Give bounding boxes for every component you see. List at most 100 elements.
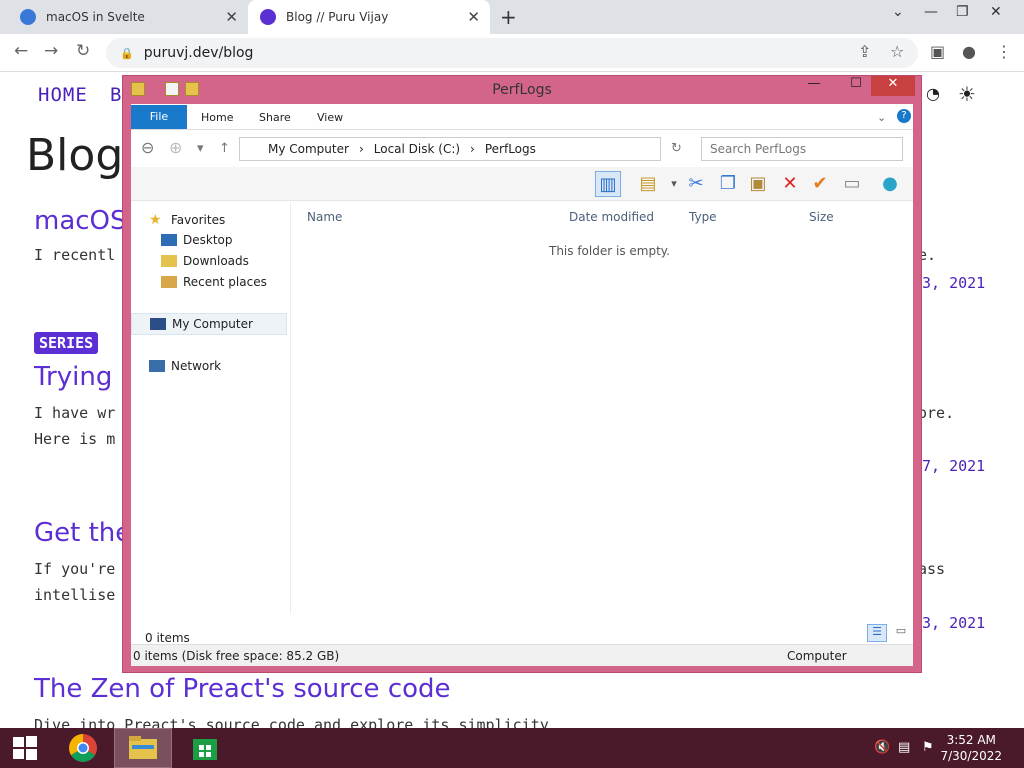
reload-icon[interactable]: ↻ — [76, 41, 90, 61]
tab-title: Blog // Puru Vijay — [286, 10, 389, 24]
close-button[interactable]: ✕ — [871, 76, 915, 96]
forward-icon[interactable]: → — [44, 41, 58, 61]
nav-blog-link[interactable]: B — [110, 84, 122, 106]
post-title[interactable]: macOS — [34, 206, 127, 236]
volume-muted-icon[interactable]: 🔇 — [874, 740, 890, 755]
series-badge: SERIES — [34, 332, 99, 354]
nav-home-link[interactable]: HOME — [38, 84, 88, 106]
close-tab-icon[interactable]: ✕ — [467, 8, 480, 26]
restore-button[interactable]: ❐ — [956, 4, 969, 20]
post-date: 3, 2021 — [922, 274, 986, 292]
post-excerpt: I have wr — [34, 404, 116, 422]
post-excerpt: Here is m — [34, 430, 116, 448]
status-location: Computer — [787, 649, 847, 663]
column-date-modified[interactable]: Date modified — [569, 210, 654, 224]
desktop-icon — [161, 234, 177, 246]
close-window-button[interactable]: ✕ — [990, 4, 1002, 20]
explorer-taskbar-button[interactable] — [114, 728, 172, 768]
taskbar: 🔇 ▤ ⚑ 3:52 AM 7/30/2022 — [0, 728, 1024, 768]
address-bar[interactable]: 🔒 puruvj.dev/blog — [106, 38, 918, 68]
explorer-body: File Home Share View ⌄ ? ⊖ ⊕ ▾ ↑ My Comp… — [131, 104, 913, 666]
delete-icon[interactable]: ✕ — [777, 171, 803, 197]
post-excerpt: Dive into Preact's source code and explo… — [34, 716, 549, 728]
file-explorer-icon — [129, 736, 157, 759]
tab-search-icon[interactable]: ⌄ — [892, 4, 904, 20]
network-tray-icon[interactable]: ▤ — [898, 740, 910, 755]
properties-icon[interactable]: ▭ — [839, 171, 865, 197]
tab-home[interactable]: Home — [201, 111, 233, 124]
expand-ribbon-icon[interactable]: ⌄ — [877, 111, 886, 124]
theme-toggle-icon[interactable]: ☀ — [958, 82, 976, 106]
up-icon[interactable]: ↑ — [219, 141, 230, 156]
breadcrumb-local-disk[interactable]: Local Disk (C:) — [374, 142, 460, 156]
forward-icon[interactable]: ⊕ — [169, 138, 182, 157]
minimize-button[interactable]: — — [799, 76, 829, 96]
cut-icon[interactable]: ✂ — [683, 171, 709, 197]
tab-macos-in-svelte[interactable]: macOS in Svelte ✕ — [8, 0, 248, 34]
menu-icon[interactable]: ⋮ — [996, 42, 1012, 61]
ribbon-tabs: File Home Share View ⌄ ? — [131, 104, 913, 130]
search-field[interactable]: Search PerfLogs — [701, 137, 903, 161]
post-excerpt-end: ore. — [918, 404, 955, 422]
help-icon[interactable]: ? — [897, 109, 911, 123]
nav-label: Desktop — [183, 233, 233, 247]
nav-my-computer[interactable]: My Computer — [131, 313, 287, 335]
rss-icon[interactable]: ◔ — [926, 84, 940, 103]
preview-pane-icon[interactable]: ▥ — [595, 171, 621, 197]
column-name[interactable]: Name — [307, 210, 342, 224]
folder-options-icon[interactable]: ▤ — [635, 171, 661, 197]
command-bar: ▥ ▤ ▾ ✂ ❐ ▣ ✕ ✔ ▭ ● — [131, 167, 913, 201]
breadcrumb-sep-icon: › — [470, 142, 475, 156]
start-button[interactable] — [0, 728, 50, 768]
rename-icon[interactable]: ✔ — [807, 171, 833, 197]
minimize-button[interactable]: — — [924, 4, 938, 20]
bookmark-star-icon[interactable]: ☆ — [890, 42, 904, 61]
copy-icon[interactable]: ❐ — [715, 171, 741, 197]
chrome-taskbar-button[interactable] — [54, 728, 112, 768]
nav-favorites[interactable]: ★ Favorites — [149, 212, 225, 228]
tab-view[interactable]: View — [317, 111, 343, 124]
nav-recent-places[interactable]: Recent places — [161, 275, 267, 289]
nav-network[interactable]: Network — [149, 359, 221, 373]
refresh-icon[interactable]: ↻ — [671, 141, 682, 156]
column-type[interactable]: Type — [689, 210, 717, 224]
post-title[interactable]: Get the — [34, 518, 131, 548]
close-tab-icon[interactable]: ✕ — [225, 8, 238, 26]
network-icon — [149, 360, 165, 372]
network-globe-icon[interactable]: ● — [877, 171, 903, 197]
profile-icon[interactable]: ● — [962, 42, 976, 61]
post-excerpt: I recentl — [34, 246, 116, 264]
share-icon[interactable]: ⇪ — [858, 42, 871, 61]
large-icons-view-icon[interactable]: ▭ — [891, 624, 911, 642]
lock-icon: 🔒 — [120, 46, 134, 60]
post-excerpt: If you're — [34, 560, 116, 578]
address-field[interactable]: My Computer › Local Disk (C:) › PerfLogs — [239, 137, 661, 161]
nav-label: Favorites — [171, 213, 226, 227]
status-bar: 0 items (Disk free space: 85.2 GB) Compu… — [131, 644, 913, 666]
tab-file[interactable]: File — [131, 105, 187, 129]
maximize-button[interactable]: ☐ — [841, 76, 871, 96]
tab-title: macOS in Svelte — [46, 10, 145, 24]
action-center-icon[interactable]: ⚑ — [922, 740, 934, 755]
paste-icon[interactable]: ▣ — [745, 171, 771, 197]
nav-desktop[interactable]: Desktop — [161, 233, 233, 247]
back-icon[interactable]: ⊖ — [141, 138, 154, 157]
breadcrumb-perflogs[interactable]: PerfLogs — [485, 142, 536, 156]
blog-favicon-icon — [260, 9, 276, 25]
post-date: 3, 2021 — [922, 614, 986, 632]
tab-blog[interactable]: Blog // Puru Vijay ✕ — [248, 0, 490, 34]
explorer-titlebar[interactable]: PerfLogs — ☐ ✕ — [123, 76, 921, 104]
details-view-icon[interactable]: ☰ — [867, 624, 887, 642]
post-title[interactable]: The Zen of Preact's source code — [34, 674, 451, 704]
side-panel-icon[interactable]: ▣ — [930, 42, 945, 61]
new-tab-button[interactable]: + — [500, 5, 517, 29]
nav-downloads[interactable]: Downloads — [161, 254, 249, 268]
column-size[interactable]: Size — [809, 210, 834, 224]
recent-locations-icon[interactable]: ▾ — [197, 141, 204, 156]
post-title[interactable]: Trying — [34, 362, 112, 392]
breadcrumb-my-computer[interactable]: My Computer — [268, 142, 349, 156]
tab-share[interactable]: Share — [259, 111, 291, 124]
store-taskbar-button[interactable] — [176, 728, 234, 768]
clock[interactable]: 3:52 AM 7/30/2022 — [940, 732, 1002, 764]
back-icon[interactable]: ← — [14, 41, 28, 61]
